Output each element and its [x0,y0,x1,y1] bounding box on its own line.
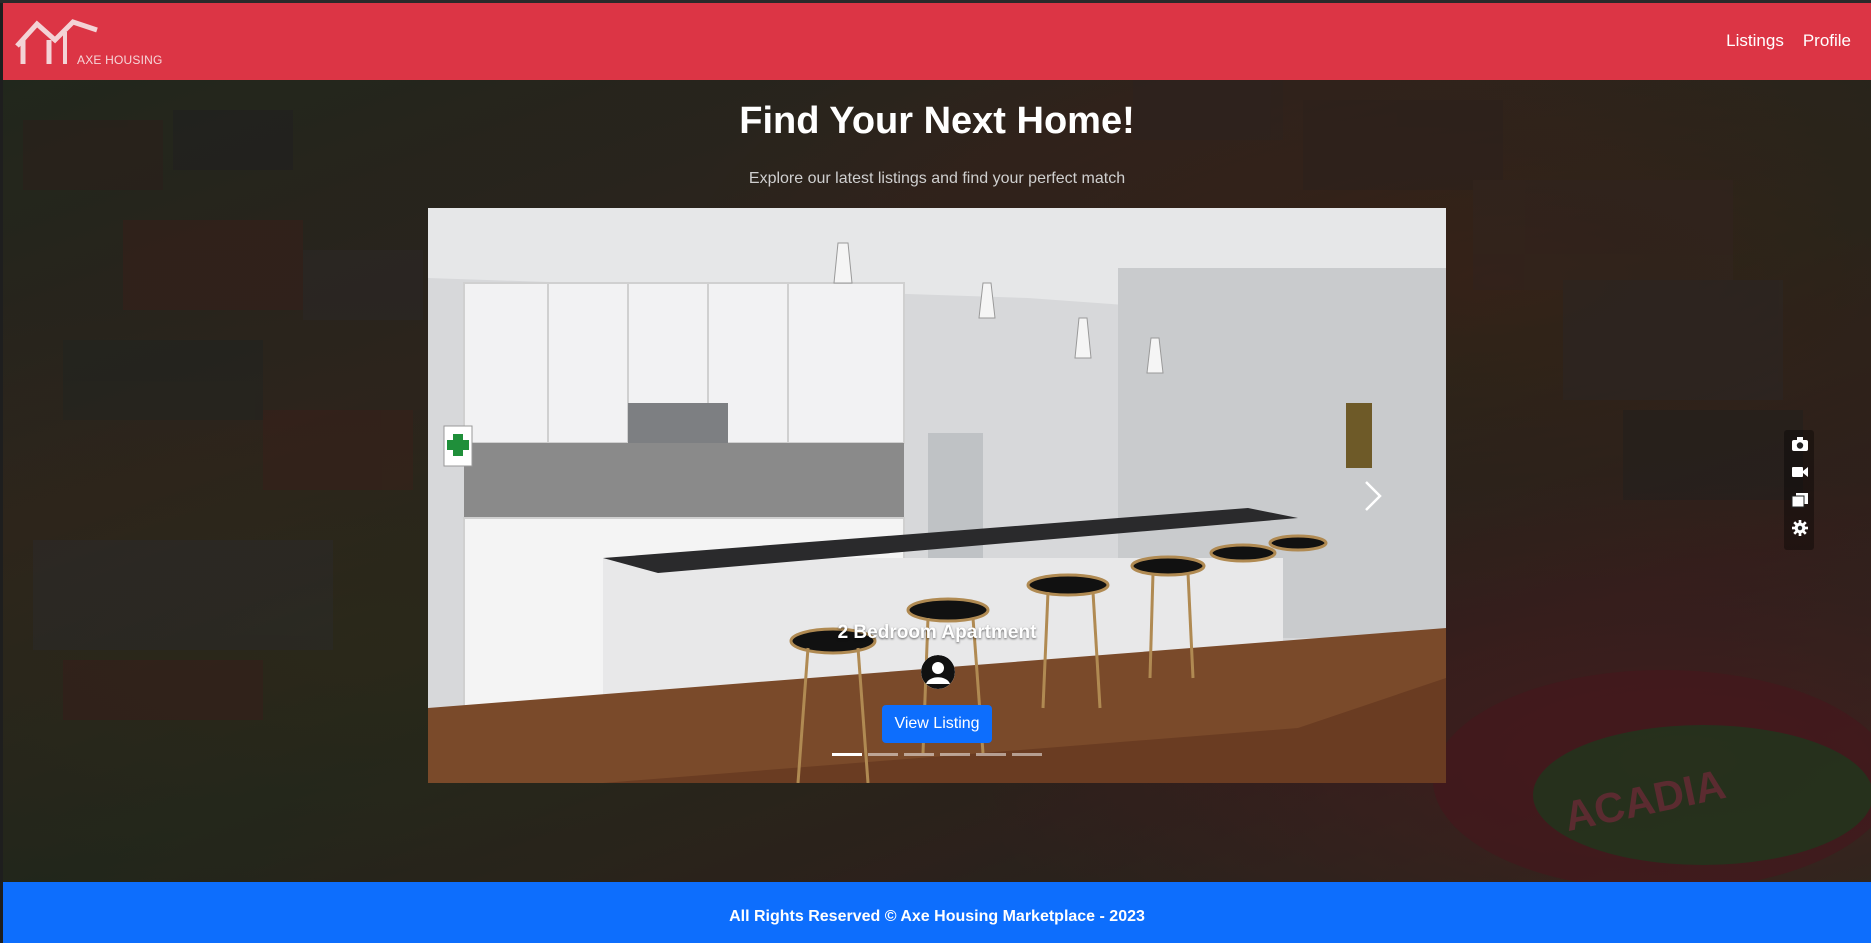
carousel-indicator[interactable] [976,753,1006,756]
nav-links: Listings Profile [1726,31,1851,51]
carousel-indicators [428,753,1446,756]
carousel-indicator[interactable] [868,753,898,756]
gear-icon[interactable] [1791,520,1809,536]
video-icon[interactable] [1791,464,1809,480]
footer-copyright: All Rights Reserved © Axe Housing Market… [729,908,1145,925]
slide-caption-title: 2 Bedroom Apartment [837,622,1037,643]
carousel-indicator[interactable] [1012,753,1042,756]
footer: All Rights Reserved © Axe Housing Market… [3,882,1871,943]
nav-link-profile[interactable]: Profile [1803,31,1851,51]
carousel-indicator[interactable] [904,753,934,756]
copy-icon[interactable] [1791,492,1809,508]
camera-icon[interactable] [1791,436,1809,452]
brand-text: AXE HOUSING [77,53,163,67]
next-slide-chevron-icon[interactable] [1360,478,1386,514]
floating-toolbar [1784,430,1814,550]
navbar: AXE HOUSING Listings Profile [3,3,1871,80]
carousel-indicator[interactable] [940,753,970,756]
carousel-indicator[interactable] [832,753,862,756]
page-title: Find Your Next Home! [739,100,1135,142]
nav-link-listings[interactable]: Listings [1726,31,1784,51]
kitchen-photo [428,208,1446,783]
user-avatar-icon [921,655,955,689]
view-listing-button[interactable]: View Listing [882,705,992,743]
listing-carousel[interactable]: 2 Bedroom Apartment View Listing [428,208,1446,783]
page-subtitle: Explore our latest listings and find you… [748,170,1126,187]
brand-logo[interactable]: AXE HOUSING [15,16,175,70]
